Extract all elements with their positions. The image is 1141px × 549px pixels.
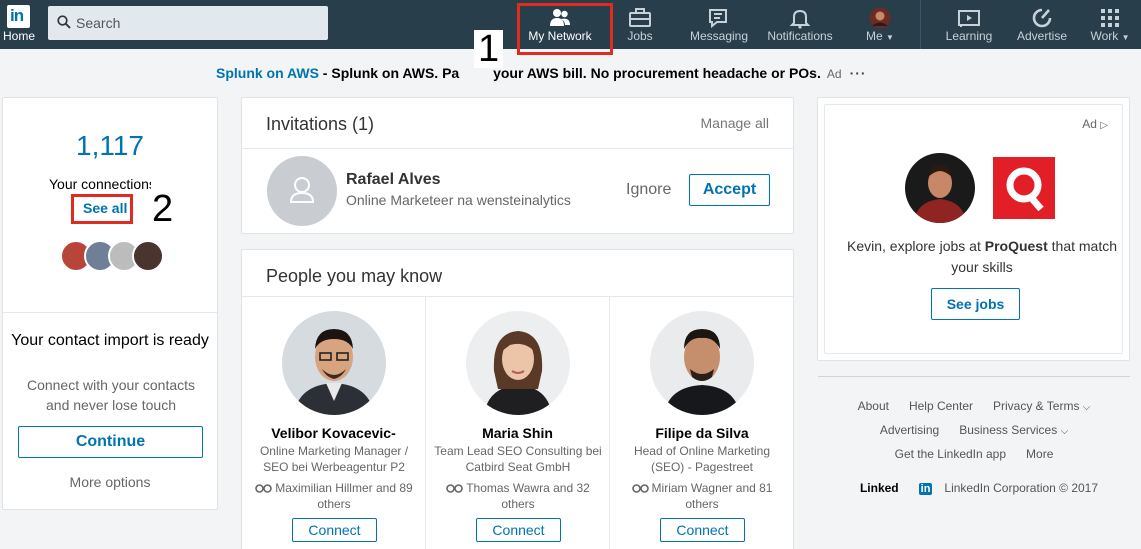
nav-label: Work ▼ bbox=[1090, 29, 1130, 43]
annotation-box-2 bbox=[71, 194, 133, 224]
briefcase-icon bbox=[629, 8, 651, 27]
footer-help-link[interactable]: Help Center bbox=[909, 399, 973, 413]
ad-text: - Splunk on AWS. Pa bbox=[318, 65, 460, 81]
nav-advertise[interactable]: Advertise bbox=[1012, 0, 1072, 49]
connection-count[interactable]: 1,117 bbox=[3, 130, 217, 162]
pymk-title: People you may know bbox=[266, 266, 443, 286]
proquest-logo-icon bbox=[993, 157, 1055, 219]
person-photo[interactable] bbox=[650, 311, 754, 415]
import-title: Your contact import is ready bbox=[11, 332, 209, 349]
play-icon bbox=[958, 10, 980, 27]
person-name[interactable]: Velibor Kovacevic- bbox=[242, 425, 425, 441]
manage-all-link[interactable]: Manage all bbox=[701, 115, 770, 131]
footer-about-link[interactable]: About bbox=[858, 399, 889, 413]
search-icon bbox=[57, 15, 71, 29]
nav-learning[interactable]: Learning bbox=[940, 0, 998, 49]
person-title: Head of Online Marketing (SEO) - Pagestr… bbox=[633, 444, 771, 474]
mutual-connections-icon bbox=[631, 484, 649, 494]
nav-label: Me ▼ bbox=[866, 29, 894, 43]
invitation-headline: Online Marketeer na wensteinalytics bbox=[346, 192, 571, 208]
person-name[interactable]: Maria Shin bbox=[426, 425, 609, 441]
footer: About Help Center Privacy & Terms ⌵ Advert… bbox=[818, 376, 1130, 495]
footer-more-link[interactable]: More bbox=[1026, 447, 1053, 461]
person-mutual: Maximilian Hillmer and 89 others bbox=[250, 480, 418, 512]
nav-label: Learning bbox=[945, 29, 993, 43]
chevron-down-icon: ⌵ bbox=[1082, 402, 1091, 413]
nav-jobs[interactable]: Jobs bbox=[615, 0, 665, 49]
annotation-box-1 bbox=[517, 3, 613, 55]
person-card: Filipe da Silva Head of Online Marketing… bbox=[610, 297, 794, 549]
mutual-connections-icon bbox=[255, 484, 273, 494]
home-label[interactable]: Home bbox=[3, 29, 35, 43]
connections-label: Your connections bbox=[49, 176, 151, 192]
nav-notifications[interactable]: Notifications bbox=[762, 0, 838, 49]
invitation-name[interactable]: Rafael Alves bbox=[346, 171, 441, 189]
annotation-number-2: 2 bbox=[152, 188, 174, 230]
grid-icon bbox=[1101, 9, 1119, 27]
invitations-title: Invitations (1) bbox=[266, 114, 375, 134]
nav-messaging[interactable]: Messaging bbox=[688, 0, 750, 49]
person-mutual: Thomas Wawra and 32 others bbox=[434, 480, 602, 512]
connect-button[interactable]: Connect bbox=[660, 518, 745, 542]
mutual-connections-icon bbox=[446, 484, 463, 494]
avatar bbox=[869, 7, 891, 29]
connect-button[interactable]: Connect bbox=[292, 518, 377, 542]
connect-button[interactable]: Connect bbox=[476, 518, 561, 542]
bell-icon bbox=[789, 9, 811, 29]
chevron-down-icon: ⌵ bbox=[1060, 426, 1069, 437]
ignore-button[interactable]: Ignore bbox=[626, 181, 671, 199]
nav-label: Advertise bbox=[1016, 29, 1068, 43]
linkedin-logo-icon[interactable]: in bbox=[7, 5, 30, 28]
search-bar[interactable] bbox=[48, 6, 328, 40]
more-options-link[interactable]: More options bbox=[3, 474, 217, 490]
person-name[interactable]: Filipe da Silva bbox=[610, 425, 794, 441]
person-card: Maria Shin Team Lead SEO Consulting bei … bbox=[426, 297, 610, 549]
ad-banner[interactable]: Splunk on AWS - Splunk on AWS. Pa your A… bbox=[216, 65, 867, 81]
divider bbox=[242, 148, 793, 149]
ad-label: Ad ▷ bbox=[1082, 117, 1108, 131]
nav-label: Jobs bbox=[627, 29, 653, 43]
person-placeholder-icon bbox=[289, 177, 315, 203]
search-input[interactable] bbox=[76, 6, 316, 40]
invitations-card: Invitations (1) Manage all Rafael Alves … bbox=[241, 97, 794, 234]
footer-get-app-link[interactable]: Get the LinkedIn app bbox=[895, 447, 1006, 461]
accept-button[interactable]: Accept bbox=[689, 174, 770, 206]
ad-inner[interactable]: Ad ▷ Kevin, explore jobs at ProQuest tha… bbox=[824, 104, 1123, 354]
copyright: LinkedIn Corporation © 2017 bbox=[944, 481, 1099, 495]
person-photo[interactable] bbox=[282, 311, 386, 415]
annotation-number-1: 1 bbox=[474, 30, 504, 68]
nav-label: Messaging bbox=[689, 29, 749, 43]
person-card: Velibor Kovacevic- Online Marketing Mana… bbox=[242, 297, 426, 549]
import-subtitle: Connect with your contacts and never los… bbox=[26, 377, 196, 413]
ad-person-photo bbox=[905, 153, 975, 223]
nav-label: Notifications bbox=[767, 29, 833, 43]
footer-advertising-link[interactable]: Advertising bbox=[880, 423, 939, 437]
compass-icon bbox=[1032, 8, 1052, 28]
footer-privacy-link[interactable]: Privacy & Terms ⌵ bbox=[993, 399, 1090, 413]
messaging-icon bbox=[709, 9, 727, 29]
continue-button[interactable]: Continue bbox=[18, 426, 203, 458]
jobs-ad-card: Ad ▷ Kevin, explore jobs at ProQuest tha… bbox=[817, 97, 1130, 361]
person-mutual: Miriam Wagner and 81 others bbox=[618, 480, 786, 512]
ad-more-icon[interactable]: ··· bbox=[850, 65, 867, 81]
ad-tag: Ad bbox=[826, 67, 842, 81]
ad-text: Kevin, explore jobs at ProQuest that mat… bbox=[846, 238, 1118, 275]
see-jobs-button[interactable]: See jobs bbox=[931, 288, 1020, 320]
ad-text-2: your AWS bill. No procurement headache o… bbox=[489, 65, 821, 81]
footer-business-link[interactable]: Business Services ⌵ bbox=[959, 423, 1068, 437]
nav-divider bbox=[920, 0, 921, 49]
ad-brand[interactable]: Splunk on AWS bbox=[216, 65, 319, 81]
person-title: Team Lead SEO Consulting bei Catbird Sea… bbox=[434, 444, 602, 474]
connections-card: 1,117 Your connections See all Your cont… bbox=[2, 97, 218, 510]
nav-me[interactable]: Me ▼ bbox=[860, 0, 900, 49]
person-title: Online Marketing Manager / SEO bei Werbe… bbox=[259, 444, 409, 474]
ad-choices-icon: ▷ bbox=[1100, 120, 1108, 131]
avatar bbox=[132, 240, 164, 272]
pymk-card: People you may know Velibor Kovacevic- O… bbox=[241, 249, 794, 549]
invitation-avatar[interactable] bbox=[267, 156, 337, 226]
divider bbox=[3, 312, 217, 313]
linkedin-wordmark: Linked in bbox=[859, 481, 933, 495]
person-photo[interactable] bbox=[466, 311, 570, 415]
nav-work[interactable]: Work ▼ bbox=[1086, 0, 1134, 49]
